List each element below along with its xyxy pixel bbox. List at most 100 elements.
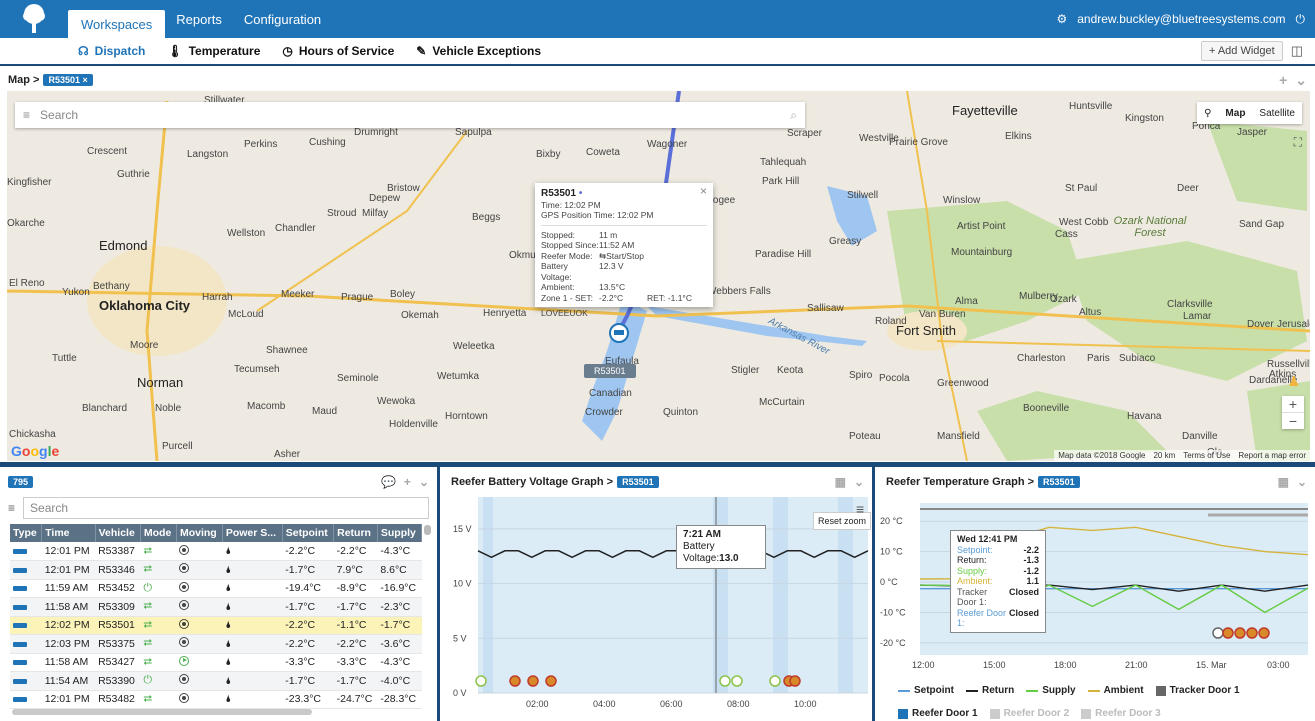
time-cell: 12:03 PM	[41, 634, 96, 654]
nav-reports[interactable]: Reports	[165, 0, 233, 38]
table-row[interactable]: 11:59 AM R53452 ⏻ 🌢 -19.4°C -8.9°C -16.9°C	[10, 579, 422, 598]
fuel-drop-icon: 🌢	[225, 638, 232, 650]
legend-item[interactable]: Reefer Door 1	[898, 708, 978, 719]
legend-label: Reefer Door 2	[1003, 708, 1070, 719]
column-header[interactable]: Setpoint	[282, 524, 335, 542]
vehicle-marker-label[interactable]: R53501	[584, 364, 636, 378]
map-label: Subiaco	[1119, 353, 1156, 364]
layout-icon[interactable]: ◫	[1291, 43, 1303, 59]
map-breadcrumb[interactable]: Map >	[8, 74, 39, 86]
panel-title[interactable]: Reefer Battery Voltage Graph >	[451, 476, 613, 488]
map[interactable]: Stillwater Sapulpa Cushing Drumright Per…	[7, 91, 1310, 461]
scale-text: 20 km	[1153, 451, 1176, 460]
event-marker	[475, 675, 487, 687]
battery-voltage-chart[interactable]: 0 V 5 V 10 V 15 V 02:00 04:00 06:00 08:00 10:00	[443, 497, 875, 721]
table-row[interactable]: 12:01 PM R53346 ⮂ 🌢 -1.7°C 7.9°C 8.6°C	[10, 560, 422, 580]
truck-icon	[13, 641, 27, 647]
map-type-map[interactable]: Map	[1218, 108, 1252, 119]
chevron-down-icon[interactable]: ⌄	[419, 475, 429, 489]
menu-icon[interactable]: ≡	[8, 501, 15, 515]
vehicle-cell: R53501	[95, 616, 141, 635]
table-row[interactable]: 11:58 AM R53309 ⮂ 🌢 -1.7°C -1.7°C -2.3°C	[10, 597, 422, 617]
add-icon[interactable]: +	[1279, 72, 1287, 89]
map-label: Stigler	[731, 365, 760, 376]
nav-workspaces[interactable]: Workspaces	[68, 10, 166, 38]
column-header[interactable]: Mode	[140, 524, 177, 542]
y-tick-label: 0 V	[453, 688, 467, 698]
temperature-chart[interactable]: -20 °C -10 °C 0 °C 10 °C 20 °C 12:00 15:00 18:0…	[878, 497, 1315, 677]
column-header[interactable]: Vehicle	[95, 524, 141, 542]
column-header[interactable]: Type	[10, 524, 43, 542]
street-view-icon[interactable]: ♟	[1287, 373, 1300, 390]
return-cell: -1.1°C	[333, 616, 378, 635]
map-type-satellite[interactable]: Satellite	[1252, 108, 1302, 119]
stopped-icon	[179, 544, 190, 555]
chevron-down-icon[interactable]: ⌄	[1297, 475, 1307, 489]
legend-item[interactable]: Reefer Door 3	[1081, 708, 1161, 719]
chevron-down-icon[interactable]: ⌄	[1295, 72, 1307, 89]
logo[interactable]	[0, 0, 68, 38]
map-label: Mountainburg	[951, 247, 1013, 258]
map-vehicle-chip[interactable]: R53501 ×	[43, 74, 93, 86]
table-row[interactable]: 12:03 PM R53375 ⮂ 🌢 -2.2°C -2.2°C -3.6°C	[10, 634, 422, 654]
vehicle-cell: R53427	[95, 653, 141, 672]
column-header[interactable]: Power S...	[222, 524, 283, 542]
panel-title[interactable]: Reefer Temperature Graph >	[886, 476, 1034, 488]
scrollbar-horizontal[interactable]	[12, 709, 312, 715]
list-search-input[interactable]: Search	[23, 497, 429, 519]
vehicle-chip[interactable]: R53501	[617, 476, 659, 488]
table-row[interactable]: 12:01 PM R53482 ⮂ 🌢 -23.3°C -24.7°C -28.3°C	[10, 690, 422, 709]
truck-marker-icon[interactable]	[609, 323, 629, 343]
zoom-out-button[interactable]: −	[1282, 412, 1304, 429]
setpoint-cell: -2.2°C	[282, 542, 334, 561]
legend-item[interactable]: Ambient	[1087, 685, 1144, 696]
search-icon[interactable]: ⌕	[790, 108, 797, 123]
nav-configuration[interactable]: Configuration	[233, 0, 332, 38]
scrollbar-vertical[interactable]	[424, 525, 431, 535]
legend-label: Supply	[1042, 685, 1076, 696]
tab-hours-of-service[interactable]: ◷ Hours of Service	[282, 44, 394, 58]
legend-item[interactable]: Supply	[1026, 685, 1076, 696]
vehicle-list-panel: 795 💬 + ⌄ ≡ Search Type Time Vehicle Mode …	[0, 467, 440, 721]
map-search-input[interactable]: ≡ Search ⌕	[15, 102, 805, 128]
chevron-down-icon[interactable]: ⌄	[854, 475, 864, 489]
y-tick-label: -20 °C	[880, 638, 906, 648]
column-header[interactable]: Supply	[377, 524, 423, 542]
map-label: Tuttle	[52, 353, 77, 364]
user-email[interactable]: andrew.buckley@bluetreesystems.com	[1077, 12, 1285, 26]
chat-icon[interactable]: 💬	[381, 475, 396, 489]
chart-menu-icon[interactable]: ≡	[856, 501, 864, 517]
menu-icon[interactable]: ≡	[23, 108, 30, 122]
zoom-in-button[interactable]: +	[1282, 396, 1304, 412]
settings-icon[interactable]: ⚙	[1056, 12, 1067, 26]
column-header[interactable]: Time	[41, 524, 96, 542]
calendar-icon[interactable]: ▦	[1278, 475, 1289, 489]
column-header[interactable]: Return	[333, 524, 378, 542]
map-label: Macomb	[247, 401, 286, 412]
report-error-link[interactable]: Report a map error	[1238, 451, 1306, 460]
legend-item[interactable]: Tracker Door 1	[1155, 685, 1240, 696]
table-row[interactable]: 11:58 AM R53427 ⮂ 🌢 -3.3°C -3.3°C -4.3°C	[10, 653, 422, 672]
chart-legend: Setpoint Return Supply Ambient Tracker Door …	[898, 685, 1308, 719]
calendar-icon[interactable]: ▦	[835, 475, 846, 489]
zoom-control[interactable]: + −	[1282, 396, 1304, 429]
column-header[interactable]: Moving	[176, 524, 223, 542]
fullscreen-icon[interactable]: ⛶	[1294, 135, 1302, 150]
close-icon[interactable]: ×	[700, 185, 707, 196]
map-type-toggle[interactable]: ⚲ Map Satellite	[1197, 102, 1302, 124]
add-icon[interactable]: +	[404, 475, 411, 489]
vehicle-chip[interactable]: R53501	[1038, 476, 1080, 488]
logout-icon[interactable]: ⏻	[1296, 12, 1306, 27]
x-tick-label: 04:00	[593, 699, 616, 709]
tab-temperature[interactable]: 🌡 Temperature	[167, 44, 260, 58]
legend-item[interactable]: Reefer Door 2	[989, 708, 1070, 719]
tab-vehicle-exceptions[interactable]: ✎ Vehicle Exceptions	[416, 44, 541, 58]
table-row[interactable]: 11:54 AM R53390 ⏻ 🌢 -1.7°C -1.7°C -4.0°C	[10, 671, 422, 691]
add-widget-button[interactable]: + Add Widget	[1200, 41, 1283, 61]
legend-item[interactable]: Return	[966, 685, 1014, 696]
legend-item[interactable]: Setpoint	[898, 685, 954, 696]
table-row[interactable]: 12:02 PM R53501 ⮂ 🌢 -2.2°C -1.1°C -1.7°C	[10, 616, 422, 635]
terms-link[interactable]: Terms of Use	[1183, 451, 1230, 460]
tab-dispatch[interactable]: ☊ Dispatch	[78, 44, 145, 58]
table-row[interactable]: 12:01 PM R53387 ⮂ 🌢 -2.2°C -2.2°C -4.3°C	[10, 542, 422, 561]
